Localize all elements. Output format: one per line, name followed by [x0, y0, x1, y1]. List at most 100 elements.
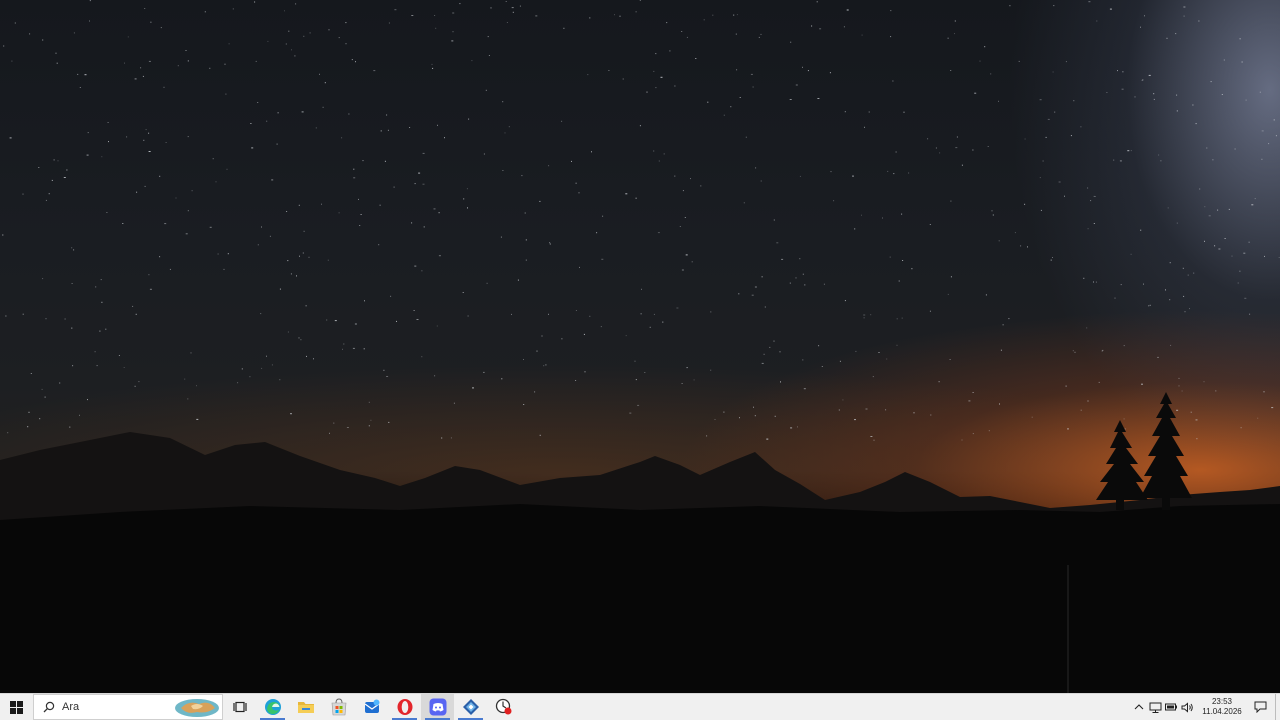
star [409, 127, 411, 128]
volume-button[interactable] [1179, 694, 1195, 720]
star [844, 111, 846, 113]
star [1192, 104, 1194, 106]
star [803, 388, 806, 390]
star [535, 15, 538, 17]
star [525, 259, 527, 261]
task-view-button[interactable] [223, 694, 256, 720]
star [1018, 60, 1020, 62]
action-center-button[interactable] [1247, 694, 1273, 720]
star [466, 188, 468, 190]
star [1148, 74, 1151, 76]
star [1166, 37, 1168, 39]
star [886, 358, 888, 360]
star [421, 270, 423, 272]
star [29, 33, 31, 35]
record-app-button[interactable] [487, 694, 520, 720]
file-explorer-button[interactable] [289, 694, 322, 720]
star [438, 212, 440, 214]
opera-button[interactable] [388, 694, 421, 720]
search-highlight-image[interactable] [173, 696, 221, 718]
star [653, 150, 655, 152]
star [927, 138, 929, 140]
star [634, 360, 636, 362]
star [39, 418, 41, 420]
star [22, 313, 24, 315]
star [1065, 61, 1067, 63]
star [1140, 229, 1142, 231]
star [655, 53, 657, 55]
clock-date: 11.04.2026 [1202, 707, 1242, 716]
star [584, 371, 586, 373]
star [329, 432, 330, 434]
star [486, 282, 488, 284]
star [1224, 238, 1226, 239]
star [1264, 255, 1265, 257]
star [1134, 96, 1136, 98]
star [89, 20, 90, 22]
battery-button[interactable] [1163, 694, 1179, 720]
star [539, 200, 541, 202]
mail-icon [364, 699, 379, 713]
show-desktop-button[interactable] [1275, 694, 1280, 720]
star [1117, 70, 1118, 72]
start-button[interactable] [0, 694, 32, 720]
star [790, 41, 792, 43]
star [390, 295, 392, 297]
star [929, 310, 931, 312]
foreground-hills [0, 504, 1280, 693]
star [38, 167, 40, 168]
star [1251, 204, 1254, 206]
star [500, 236, 502, 238]
diamond-app-button[interactable] [454, 694, 487, 720]
star [736, 14, 738, 16]
star [723, 411, 725, 413]
notification-icon [1254, 701, 1266, 713]
star [968, 400, 971, 402]
star [1183, 15, 1185, 17]
star [1239, 270, 1241, 272]
star [911, 268, 913, 270]
star [682, 190, 684, 192]
star [321, 203, 322, 205]
star [1002, 324, 1004, 326]
edge-taskbar-button[interactable] [256, 694, 289, 720]
star [1240, 427, 1242, 429]
star [187, 210, 189, 212]
star [1123, 418, 1125, 420]
star [1050, 259, 1052, 261]
star [502, 170, 504, 171]
speaker-icon [1181, 701, 1193, 713]
star [1193, 272, 1195, 274]
star [134, 78, 137, 80]
star [1093, 281, 1094, 283]
show-hidden-icons-button[interactable] [1131, 694, 1147, 720]
star [1080, 126, 1082, 128]
star [1175, 33, 1177, 35]
star [1234, 148, 1236, 150]
star [773, 219, 775, 221]
star [754, 415, 756, 417]
star [795, 84, 798, 86]
star [334, 320, 337, 322]
star [108, 141, 109, 143]
star [190, 352, 192, 354]
star [276, 143, 278, 145]
mail-button[interactable] [355, 694, 388, 720]
discord-button[interactable] [421, 694, 454, 720]
star [284, 10, 285, 12]
search-placeholder: Ara [62, 701, 80, 713]
clock[interactable]: 23:53 11.04.2026 [1197, 694, 1247, 720]
star [144, 185, 146, 187]
star [1008, 318, 1010, 320]
star [817, 98, 820, 99]
star [313, 358, 314, 360]
search-box[interactable]: Ara [33, 694, 223, 720]
network-button[interactable] [1147, 694, 1163, 720]
star [487, 36, 489, 38]
star [204, 11, 206, 13]
star [348, 113, 350, 115]
star [902, 260, 904, 261]
star [1165, 289, 1166, 291]
microsoft-store-button[interactable] [322, 694, 355, 720]
star [511, 7, 514, 9]
